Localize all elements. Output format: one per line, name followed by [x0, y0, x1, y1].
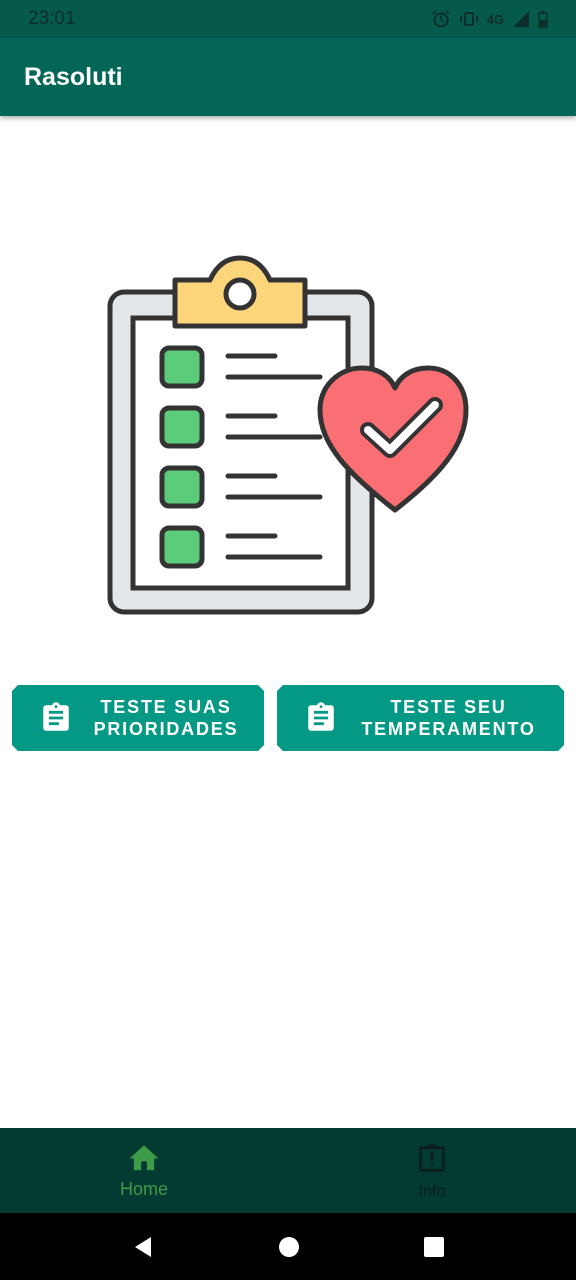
recents-icon[interactable] — [423, 1236, 445, 1258]
app-screen: 23:01 4G Rasoluti TESTE SUAS PRIORIDADES… — [0, 0, 576, 1280]
back-icon[interactable] — [131, 1235, 155, 1259]
nav-item-home[interactable]: Home — [0, 1128, 288, 1213]
app-title: Rasoluti — [24, 62, 123, 91]
nav-label-home: Home — [119, 1179, 168, 1199]
nav-item-info[interactable]: Info — [288, 1128, 576, 1213]
status-bar: 23:01 4G — [0, 0, 576, 38]
status-time: 23:01 — [28, 8, 76, 29]
test-priorities-label: TESTE SUAS PRIORIDADES — [93, 697, 239, 739]
vibrate-icon — [459, 12, 478, 26]
nav-label-info: Info — [418, 1182, 446, 1200]
clipboard-icon — [301, 700, 341, 736]
network-type: 4G — [486, 11, 504, 27]
app-bar: Rasoluti — [0, 38, 576, 116]
system-navigation-bar — [0, 1213, 576, 1280]
clipboard-icon — [36, 700, 76, 736]
home-circle-icon[interactable] — [278, 1236, 300, 1258]
home-icon — [129, 1145, 159, 1171]
test-priorities-button[interactable]: TESTE SUAS PRIORIDADES — [12, 685, 264, 751]
test-temperament-button[interactable]: TESTE SEU TEMPERAMENTO — [277, 685, 564, 751]
status-icons: 4G — [431, 9, 548, 29]
test-temperament-label: TESTE SEU TEMPERAMENTO — [361, 697, 536, 739]
battery-icon — [538, 11, 548, 28]
bottom-navigation: Home Info — [0, 1128, 576, 1213]
signal-icon — [513, 11, 529, 27]
clipboard-heart-illustration — [107, 255, 469, 615]
alarm-icon — [431, 10, 450, 28]
info-clipboard-icon — [419, 1142, 445, 1172]
